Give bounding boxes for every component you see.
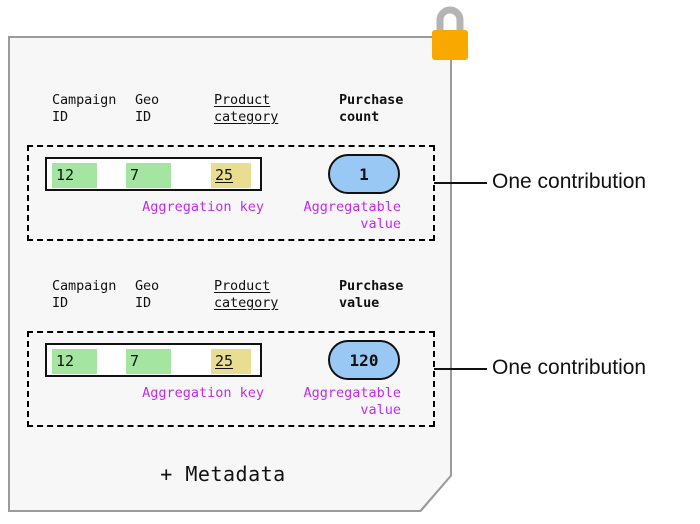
contribution-outline: 12 7 25 1 Aggregation key Aggregatable v… [27,145,435,241]
header-product-category: Product category [214,92,279,125]
callout-label: One contribution [492,356,647,379]
header-geo-id: Geo ID [135,278,160,311]
padlock-icon [432,6,468,60]
key-cell-campaign-id: 12 [52,163,97,188]
purchase-count-contribution: Campaign ID Geo ID Product category Purc… [27,92,435,241]
aggregation-key-caption: Aggregation key [142,199,264,215]
aggregatable-value-pill: 120 [328,340,400,380]
aggregation-key-caption: Aggregation key [142,385,264,401]
key-cell-geo-id: 7 [126,349,171,374]
header-campaign-id: Campaign ID [52,278,117,311]
header-product-category: Product category [214,278,279,311]
key-cell-campaign-id: 12 [52,349,97,374]
header-geo-id: Geo ID [135,92,160,125]
leader-line [434,368,487,370]
key-cell-geo-id: 7 [126,163,171,188]
purchase-value-contribution: Campaign ID Geo ID Product category Purc… [27,278,435,427]
aggregatable-value-caption: Aggregatable value [303,199,401,232]
header-purchase-value: Purchase value [339,278,404,311]
callout-label: One contribution [492,170,647,193]
metadata-note: + Metadata [160,462,286,486]
header-purchase-count: Purchase count [339,92,404,125]
column-headers: Campaign ID Geo ID Product category Purc… [27,278,435,322]
aggregation-key-box: 12 7 25 [45,157,262,191]
aggregatable-value-caption: Aggregatable value [303,385,401,418]
column-headers: Campaign ID Geo ID Product category Purc… [27,92,435,136]
header-campaign-id: Campaign ID [52,92,117,125]
leader-line [434,182,487,184]
aggregatable-value-pill: 1 [328,154,400,194]
aggregation-key-box: 12 7 25 [45,343,262,377]
key-cell-product-category: 25 [211,349,251,374]
contribution-outline: 12 7 25 120 Aggregation key Aggregatable… [27,331,435,427]
key-cell-product-category: 25 [211,163,251,188]
